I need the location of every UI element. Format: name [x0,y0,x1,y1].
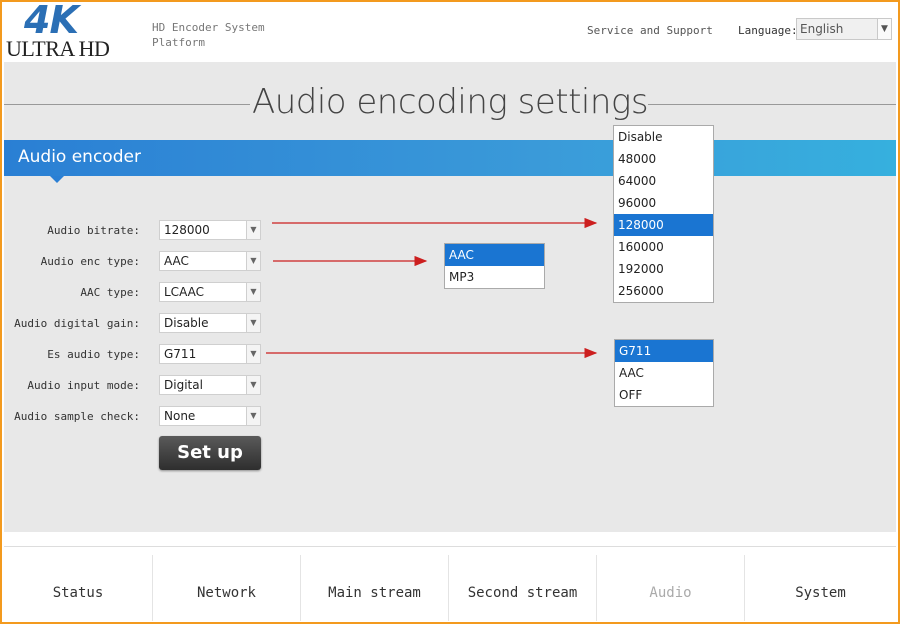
dropdown-option[interactable]: OFF [615,384,713,406]
dropdown-option[interactable]: MP3 [445,266,544,288]
dropdown-option[interactable]: Disable [614,126,713,148]
bitrate-dropdown-list: Disable 48000 64000 96000 128000 160000 … [613,125,714,303]
dropdown-option[interactable]: 192000 [614,258,713,280]
dropdown-option[interactable]: 256000 [614,280,713,302]
dropdown-option[interactable]: 96000 [614,192,713,214]
annotation-arrows [266,217,598,359]
dropdown-option[interactable]: 48000 [614,148,713,170]
es-type-dropdown-list: G711 AAC OFF [614,339,714,407]
dropdown-option[interactable]: 64000 [614,170,713,192]
dropdown-option[interactable]: 160000 [614,236,713,258]
dropdown-option-selected[interactable]: G711 [615,340,713,362]
enc-type-dropdown-list: AAC MP3 [444,243,545,289]
dropdown-option[interactable]: AAC [615,362,713,384]
dropdown-option-selected[interactable]: 128000 [614,214,713,236]
dropdown-option-selected[interactable]: AAC [445,244,544,266]
nav-active-pointer [661,533,681,544]
